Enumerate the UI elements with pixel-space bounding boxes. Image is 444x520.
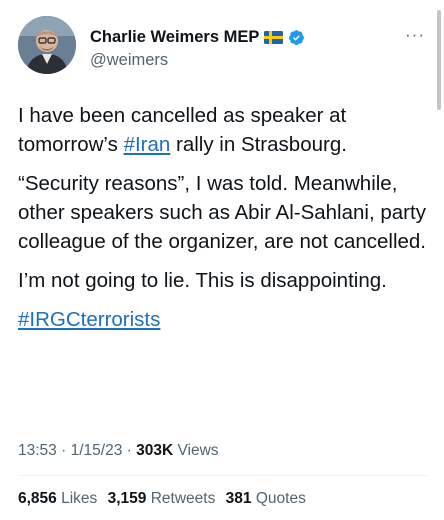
retweets-stat[interactable]: 3,159 Retweets — [108, 490, 216, 508]
quotes-stat[interactable]: 381 Quotes — [226, 490, 306, 508]
retweets-count: 3,159 — [107, 490, 147, 507]
verified-badge-icon — [288, 29, 305, 46]
quotes-count: 381 — [225, 490, 252, 507]
tweet-paragraph-4: #IRGCterrorists — [18, 305, 428, 334]
tweet-meta: 13:53 · 1/15/23 · 303K Views — [18, 442, 219, 460]
views-label: Views — [177, 442, 219, 459]
avatar[interactable] — [18, 16, 76, 74]
likes-count: 6,856 — [18, 490, 57, 507]
scrollbar[interactable] — [437, 10, 441, 110]
tweet-text: I have been cancelled as speaker at tomo… — [18, 101, 428, 344]
divider — [18, 475, 428, 476]
sweden-flag-icon — [264, 30, 284, 44]
separator: · — [126, 442, 132, 459]
name-row: Charlie Weimers MEP — [90, 26, 305, 48]
tweet-date[interactable]: 1/15/23 — [71, 442, 123, 459]
text-segment: rally in Strasbourg. — [170, 133, 347, 156]
separator: · — [61, 442, 67, 459]
tweet-paragraph-1: I have been cancelled as speaker at tomo… — [18, 101, 428, 159]
likes-label: Likes — [61, 490, 98, 507]
tweet-time[interactable]: 13:53 — [18, 442, 57, 459]
likes-stat[interactable]: 6,856 Likes — [18, 490, 97, 508]
tweet-card: Charlie Weimers MEP @weimers ··· I have … — [0, 0, 444, 520]
tweet-paragraph-3: I’m not going to lie. This is disappoint… — [18, 269, 387, 292]
display-name[interactable]: Charlie Weimers MEP — [90, 28, 259, 47]
tweet-header: Charlie Weimers MEP @weimers ··· — [18, 16, 428, 80]
engagement-stats: 6,856 Likes 3,159 Retweets 381 Quotes — [18, 490, 312, 508]
quotes-label: Quotes — [255, 490, 306, 507]
handle[interactable]: @weimers — [90, 51, 168, 70]
tweet-paragraph-2: “Security reasons”, I was told. Meanwhil… — [18, 172, 426, 253]
hashtag-link-irgcterrorists[interactable]: #IRGCterrorists — [18, 308, 160, 331]
more-options-button[interactable]: ··· — [402, 26, 428, 44]
retweets-label: Retweets — [150, 490, 216, 507]
hashtag-link-iran[interactable]: #Iran — [124, 133, 171, 156]
views-count: 303K — [136, 442, 174, 459]
